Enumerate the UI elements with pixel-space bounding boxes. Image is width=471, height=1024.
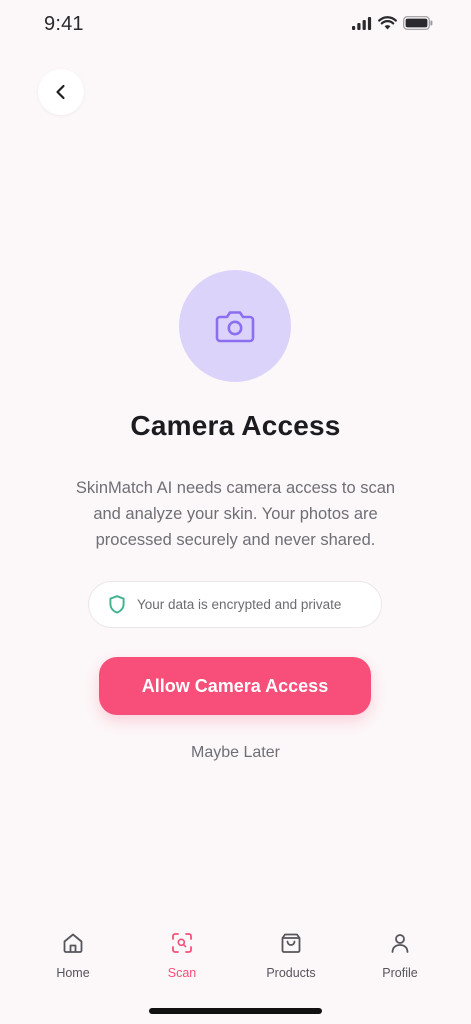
signal-icon [352, 16, 372, 30]
home-indicator [149, 1008, 322, 1014]
maybe-later-link[interactable]: Maybe Later [0, 744, 471, 762]
shield-icon [109, 595, 125, 614]
tab-bar: Home Scan Products Profile [0, 918, 471, 988]
description-text: SkinMatch AI needs camera access to scan… [75, 479, 396, 549]
tab-label-scan: Scan [167, 966, 197, 980]
page-title: Camera Access [130, 410, 341, 441]
battery-icon [403, 16, 433, 30]
chevron-left-icon [56, 84, 65, 100]
tab-profile[interactable]: Profile [355, 918, 445, 982]
status-time: 9:41 [44, 13, 84, 35]
tab-home[interactable]: Home [28, 918, 118, 982]
tab-label-home: Home [56, 966, 90, 980]
tab-label-products: Products [266, 966, 316, 980]
scan-icon [172, 933, 192, 953]
status-icons [352, 16, 433, 30]
home-icon [63, 933, 83, 953]
user-icon [391, 934, 409, 953]
tab-scan[interactable]: Scan [137, 918, 227, 982]
camera-icon [215, 311, 255, 343]
tab-label-profile: Profile [382, 966, 418, 980]
back-button[interactable] [38, 69, 84, 115]
tab-products[interactable]: Products [246, 918, 336, 982]
allow-camera-button[interactable]: Allow Camera Access [99, 657, 371, 715]
privacy-badge: Your data is encrypted and private [88, 581, 382, 628]
privacy-note: Your data is encrypted and private [137, 597, 342, 612]
camera-illustration [179, 270, 291, 382]
status-bar: 9:41 [0, 0, 471, 52]
shopping-bag-icon [281, 933, 301, 953]
wifi-icon [378, 16, 397, 30]
